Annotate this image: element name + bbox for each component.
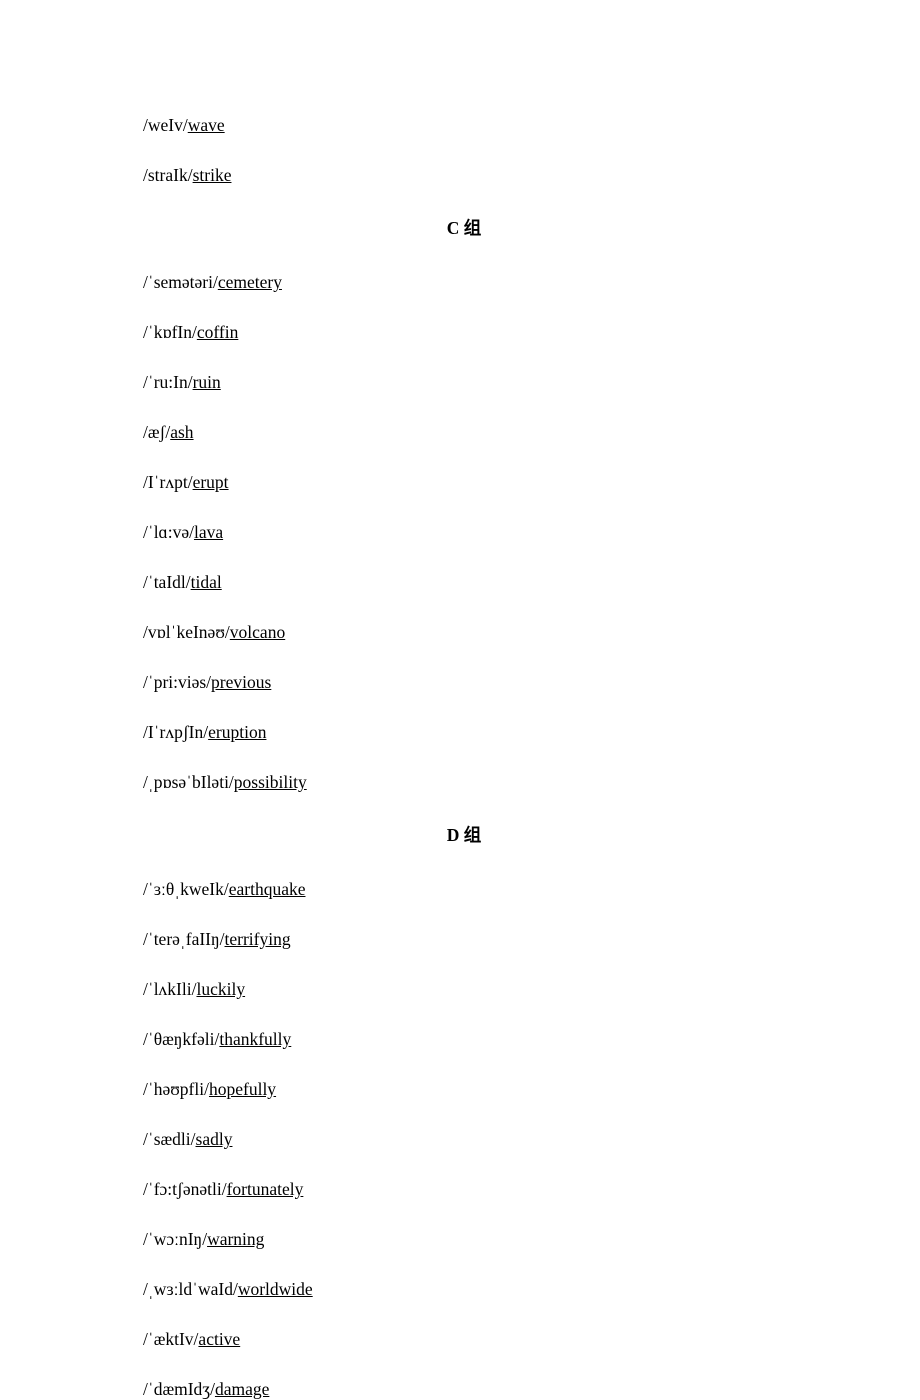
- vocab-entry: /ˈsædli/sadly: [143, 1129, 785, 1150]
- ipa-text: /ˈdæmIdʒ/: [143, 1379, 215, 1399]
- vocab-entry: /ˈpri:viəs/previous: [143, 672, 785, 693]
- word-text: tidal: [191, 572, 222, 592]
- ipa-text: /ˌwɜːldˈwaId/: [143, 1279, 238, 1299]
- section-heading-d: D 组: [143, 822, 785, 847]
- ipa-text: /ˈæktIv/: [143, 1329, 198, 1349]
- ipa-text: /ˈfɔ:tʃənətli/: [143, 1179, 227, 1199]
- vocab-entry: /ˈtaIdl/tidal: [143, 572, 785, 593]
- ipa-text: /straIk/: [143, 165, 193, 185]
- vocab-entry: /vɒlˈkeInəʊ/volcano: [143, 622, 785, 643]
- ipa-text: /ˈru:In/: [143, 372, 193, 392]
- word-text: volcano: [230, 622, 285, 642]
- word-text: thankfully: [219, 1029, 291, 1049]
- vocab-entry: /æʃ/ash: [143, 422, 785, 443]
- word-text: erupt: [193, 472, 229, 492]
- word-text: warning: [207, 1229, 264, 1249]
- word-text: strike: [193, 165, 232, 185]
- vocab-entry: /Iˈrʌpt/erupt: [143, 472, 785, 493]
- vocab-entry: /ˈfɔ:tʃənətli/fortunately: [143, 1179, 785, 1200]
- word-text: possibility: [234, 772, 307, 792]
- word-text: fortunately: [227, 1179, 304, 1199]
- word-text: wave: [188, 115, 225, 135]
- word-text: ruin: [193, 372, 221, 392]
- ipa-text: /IˈrʌpʃIn/: [143, 722, 208, 742]
- ipa-text: /ˈθæŋkfəli/: [143, 1029, 219, 1049]
- vocab-entry: /ˈru:In/ruin: [143, 372, 785, 393]
- vocab-entry: /ˈæktIv/active: [143, 1329, 785, 1350]
- ipa-text: /ˈsædli/: [143, 1129, 196, 1149]
- ipa-text: /Iˈrʌpt/: [143, 472, 193, 492]
- word-text: cemetery: [218, 272, 282, 292]
- ipa-text: /ˈsemətəri/: [143, 272, 218, 292]
- ipa-text: /ˈɜːθˌkweIk/: [143, 879, 229, 899]
- ipa-text: /ˈlɑ:və/: [143, 522, 194, 542]
- vocab-entry: /ˌpɒsəˈbIləti/possibility: [143, 772, 785, 793]
- section-heading-c: C 组: [143, 215, 785, 240]
- word-text: lava: [194, 522, 223, 542]
- ipa-text: /weIv/: [143, 115, 188, 135]
- vocab-entry: /ˈlʌkIli/luckily: [143, 979, 785, 1000]
- document-page: /weIv/wave /straIk/strike C 组 /ˈsemətəri…: [0, 0, 920, 1400]
- vocab-entry: /ˈhəʊpfli/hopefully: [143, 1079, 785, 1100]
- word-text: hopefully: [209, 1079, 276, 1099]
- vocab-entry: /straIk/strike: [143, 165, 785, 186]
- vocab-entry: /ˈsemətəri/cemetery: [143, 272, 785, 293]
- ipa-text: /ˈhəʊpfli/: [143, 1079, 209, 1099]
- word-text: damage: [215, 1379, 269, 1399]
- ipa-text: /ˈterəˌfaIIŋ/: [143, 929, 225, 949]
- vocab-entry: /ˈdæmIdʒ/damage: [143, 1379, 785, 1400]
- ipa-text: /ˌpɒsəˈbIləti/: [143, 772, 234, 792]
- word-text: coffin: [197, 322, 238, 342]
- vocab-entry: /ˈwɔːnIŋ/warning: [143, 1229, 785, 1250]
- ipa-text: /ˈwɔːnIŋ/: [143, 1229, 207, 1249]
- vocab-entry: /ˈɜːθˌkweIk/earthquake: [143, 879, 785, 900]
- word-text: sadly: [196, 1129, 233, 1149]
- vocab-entry: /ˈlɑ:və/lava: [143, 522, 785, 543]
- vocab-entry: /ˈθæŋkfəli/thankfully: [143, 1029, 785, 1050]
- vocab-entry: /IˈrʌpʃIn/eruption: [143, 722, 785, 743]
- word-text: active: [198, 1329, 240, 1349]
- word-text: previous: [211, 672, 271, 692]
- ipa-text: /ˈtaIdl/: [143, 572, 191, 592]
- ipa-text: /ˈpri:viəs/: [143, 672, 211, 692]
- vocab-entry: /ˈterəˌfaIIŋ/terrifying: [143, 929, 785, 950]
- ipa-text: /vɒlˈkeInəʊ/: [143, 622, 230, 642]
- word-text: worldwide: [238, 1279, 313, 1299]
- word-text: terrifying: [225, 929, 291, 949]
- ipa-text: /ˈkɒfIn/: [143, 322, 197, 342]
- ipa-text: /æʃ/: [143, 422, 170, 442]
- word-text: ash: [170, 422, 193, 442]
- word-text: luckily: [196, 979, 245, 999]
- vocab-entry: /ˈkɒfIn/coffin: [143, 322, 785, 343]
- vocab-entry: /ˌwɜːldˈwaId/worldwide: [143, 1279, 785, 1300]
- vocab-entry: /weIv/wave: [143, 115, 785, 136]
- word-text: earthquake: [229, 879, 306, 899]
- word-text: eruption: [208, 722, 266, 742]
- ipa-text: /ˈlʌkIli/: [143, 979, 196, 999]
